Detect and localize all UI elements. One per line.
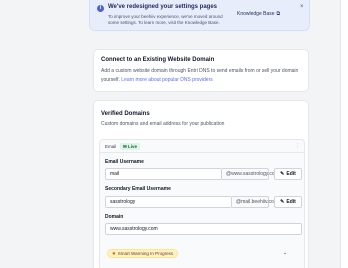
- info-icon: i: [97, 5, 104, 12]
- knowledge-base-label: Knowledge Base: [237, 11, 275, 17]
- banner-body: To improve your beehiiv experience, we'v…: [108, 14, 223, 25]
- settings-redesign-banner: i We've redesigned your settings pages T…: [89, 0, 310, 31]
- secondary-username-suffix: @mail.beehiiv.com: [232, 196, 278, 208]
- status-badge: ✉ Live: [120, 143, 141, 150]
- secondary-username-input[interactable]: sasstrology: [105, 196, 232, 208]
- email-type-label: Email: [105, 144, 117, 149]
- more-options-icon[interactable]: ⋮: [295, 143, 300, 149]
- pencil-icon: ✎: [280, 199, 285, 205]
- email-domain-panel: Email ✉ Live ⋮ Email Username mail @www.…: [99, 139, 305, 268]
- banner-title: We've redesigned your settings pages: [108, 4, 218, 10]
- close-icon[interactable]: ×: [300, 4, 304, 10]
- verified-domains-description: Custom domains and email address for you…: [101, 121, 225, 127]
- edit-label: Edit: [286, 171, 296, 177]
- edit-secondary-username-button[interactable]: ✎ Edit: [274, 196, 302, 208]
- domain-input[interactable]: www.sasstrology.com: [105, 223, 302, 235]
- connect-domain-card: Connect to an Existing Website Domain Ad…: [93, 49, 309, 92]
- email-username-suffix: @www.sasstrology.com: [222, 168, 279, 180]
- smart-warming-label: Smart Warming In Progress: [117, 251, 174, 256]
- verified-domains-title: Verified Domains: [101, 111, 150, 117]
- smart-warming-badge: ✹ Smart Warming In Progress: [107, 249, 179, 258]
- email-username-label: Email Username: [105, 159, 144, 165]
- status-label: Live: [128, 144, 138, 149]
- domain-label: Domain: [105, 214, 124, 220]
- dns-providers-link[interactable]: Learn more about popular DNS providers: [121, 77, 212, 83]
- connect-domain-description: Add a custom website domain through Entr…: [101, 67, 301, 85]
- edit-label: Edit: [286, 199, 296, 205]
- chevron-down-icon[interactable]: ⌄: [283, 250, 287, 256]
- connect-domain-title: Connect to an Existing Website Domain: [101, 57, 215, 63]
- panel-header: Email ✉ Live ⋮: [100, 140, 304, 153]
- edit-email-username-button[interactable]: ✎ Edit: [274, 168, 302, 180]
- secondary-username-label: Secondary Email Username: [105, 186, 171, 192]
- knowledge-base-link[interactable]: Knowledge Base ⧉: [237, 11, 280, 17]
- verified-domains-card: Verified Domains Custom domains and emai…: [93, 100, 309, 268]
- scrollbar-track[interactable]: [340, 0, 348, 268]
- external-link-icon: ⧉: [276, 11, 281, 17]
- email-username-input[interactable]: mail: [105, 168, 222, 180]
- sun-icon: ✹: [112, 251, 116, 256]
- pencil-icon: ✎: [280, 171, 285, 177]
